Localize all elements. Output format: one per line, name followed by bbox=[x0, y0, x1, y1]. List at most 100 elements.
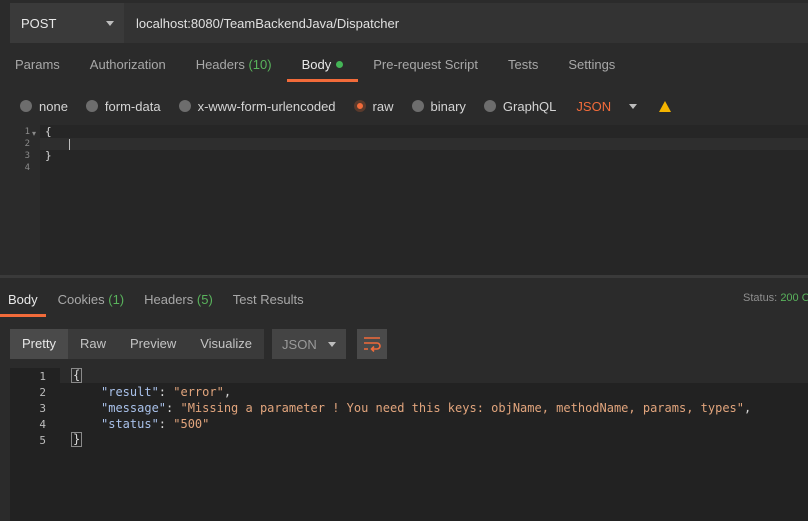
tab-tests[interactable]: Tests bbox=[493, 52, 553, 82]
text-cursor bbox=[69, 139, 70, 150]
line-number: 3 bbox=[24, 151, 30, 161]
tab-label: Cookies bbox=[57, 292, 105, 307]
line-number: 4 bbox=[24, 163, 30, 173]
response-status: Status: 200 O bbox=[743, 292, 808, 304]
tab-body[interactable]: Body bbox=[286, 52, 359, 82]
warning-icon[interactable] bbox=[659, 100, 672, 112]
radio-urlencoded[interactable]: x-www-form-urlencoded bbox=[178, 98, 336, 114]
chevron-down-icon bbox=[328, 341, 337, 347]
json-line: { bbox=[71, 368, 83, 383]
radio-label: raw bbox=[372, 98, 394, 114]
line-number: 2 bbox=[24, 139, 30, 149]
radio-label: x-www-form-urlencoded bbox=[197, 98, 336, 114]
tab-count: (1) bbox=[108, 292, 125, 307]
json-key: "message" bbox=[101, 401, 167, 415]
url-bar: POST localhost:8080/TeamBackendJava/Disp… bbox=[10, 3, 808, 43]
modified-dot-icon bbox=[336, 61, 344, 68]
code-close-brace: } bbox=[45, 149, 52, 162]
line-number: 3 bbox=[39, 402, 46, 415]
tab-label: Test Results bbox=[232, 292, 304, 307]
tab-settings[interactable]: Settings bbox=[553, 52, 630, 82]
body-format-select[interactable]: JSON bbox=[576, 98, 638, 114]
radio-none[interactable]: none bbox=[20, 99, 68, 114]
wrap-lines-button[interactable] bbox=[357, 329, 388, 359]
request-tabs: Params Authorization Headers (10) Body P… bbox=[0, 52, 808, 82]
pane-divider[interactable] bbox=[0, 275, 808, 278]
radio-circle-icon bbox=[483, 100, 496, 112]
url-input[interactable]: localhost:8080/TeamBackendJava/Dispatche… bbox=[124, 16, 399, 31]
tab-label: Params bbox=[15, 57, 60, 72]
radio-circle-icon bbox=[85, 100, 98, 112]
line-number: 2 bbox=[39, 386, 46, 399]
radio-circle-icon bbox=[411, 100, 424, 112]
radio-raw[interactable]: raw bbox=[353, 98, 394, 114]
json-line: "result": "error", bbox=[101, 385, 232, 399]
body-format-label: JSON bbox=[576, 98, 612, 114]
json-value: "error" bbox=[173, 385, 224, 399]
response-format-select[interactable]: JSON bbox=[272, 329, 347, 359]
status-label: Status: bbox=[743, 292, 778, 304]
line-number: 1 bbox=[24, 127, 30, 137]
line-number: 1 bbox=[39, 370, 46, 383]
radio-selected-icon bbox=[353, 100, 366, 112]
json-key: "result" bbox=[101, 385, 159, 399]
radio-circle-icon bbox=[20, 100, 32, 112]
line-number: 5 bbox=[39, 434, 46, 447]
response-format-label: JSON bbox=[282, 336, 317, 352]
radio-circle-icon bbox=[178, 100, 191, 112]
radio-graphql[interactable]: GraphQL bbox=[483, 98, 557, 114]
tab-label: Settings bbox=[568, 57, 616, 72]
tab-pre-request-script[interactable]: Pre-request Script bbox=[358, 52, 493, 82]
tab-headers[interactable]: Headers (10) bbox=[181, 52, 287, 82]
radio-form-data[interactable]: form-data bbox=[85, 98, 161, 114]
radio-label: form-data bbox=[104, 98, 161, 114]
radio-label: GraphQL bbox=[502, 98, 557, 114]
tab-label: Headers bbox=[144, 292, 194, 307]
chevron-down-icon bbox=[106, 20, 114, 26]
view-mode-group: Pretty Raw Preview Visualize bbox=[10, 329, 265, 359]
view-preview-button[interactable]: Preview bbox=[118, 329, 188, 359]
json-value: "Missing a parameter ! You need this key… bbox=[180, 401, 745, 415]
tab-label: Authorization bbox=[89, 57, 166, 72]
active-line bbox=[40, 138, 808, 150]
radio-label: binary bbox=[430, 98, 466, 114]
tab-label: Body bbox=[301, 57, 332, 72]
tab-response-headers[interactable]: Headers (5) bbox=[136, 287, 221, 317]
json-close-brace: } bbox=[71, 432, 83, 447]
json-line: "message": "Missing a parameter ! You ne… bbox=[101, 401, 752, 415]
tab-response-body[interactable]: Body bbox=[0, 287, 46, 317]
view-visualize-button[interactable]: Visualize bbox=[188, 329, 264, 359]
json-open-brace: { bbox=[71, 368, 83, 383]
tab-label: Headers bbox=[195, 57, 245, 72]
request-body-editor[interactable]: 1 2 3 4 ▾ { } bbox=[0, 125, 808, 275]
response-view-bar: Pretty Raw Preview Visualize JSON bbox=[10, 329, 388, 359]
method-label: POST bbox=[21, 15, 57, 31]
radio-label: none bbox=[39, 98, 68, 114]
tab-cookies[interactable]: Cookies (1) bbox=[50, 287, 132, 317]
tab-label: Pre-request Script bbox=[373, 57, 478, 72]
status-value: 200 O bbox=[780, 292, 808, 304]
body-type-options: none form-data x-www-form-urlencoded raw… bbox=[20, 96, 672, 116]
tab-test-results[interactable]: Test Results bbox=[225, 287, 312, 317]
json-value: "500" bbox=[173, 417, 210, 431]
json-line: } bbox=[71, 432, 83, 447]
tab-label: Tests bbox=[507, 57, 539, 72]
method-select[interactable]: POST bbox=[10, 3, 124, 43]
chevron-down-icon bbox=[629, 103, 638, 109]
radio-binary[interactable]: binary bbox=[411, 98, 466, 114]
json-line: "status": "500" bbox=[101, 417, 210, 431]
response-body-viewer[interactable]: 1 2 3 4 5 { "result": "error", "message"… bbox=[10, 368, 808, 521]
json-key: "status" bbox=[101, 417, 159, 431]
view-pretty-button[interactable]: Pretty bbox=[10, 329, 68, 359]
tab-params[interactable]: Params bbox=[0, 52, 75, 82]
tab-count: (5) bbox=[196, 292, 213, 307]
tab-label: Body bbox=[8, 292, 38, 307]
tab-count: (10) bbox=[248, 57, 272, 72]
tab-authorization[interactable]: Authorization bbox=[75, 52, 181, 82]
editor-gutter: 1 2 3 4 ▾ bbox=[0, 125, 40, 275]
fold-caret-icon[interactable]: ▾ bbox=[32, 129, 36, 138]
view-raw-button[interactable]: Raw bbox=[68, 329, 118, 359]
active-line bbox=[60, 368, 808, 383]
line-number: 4 bbox=[39, 418, 46, 431]
wrap-lines-icon bbox=[364, 337, 381, 352]
